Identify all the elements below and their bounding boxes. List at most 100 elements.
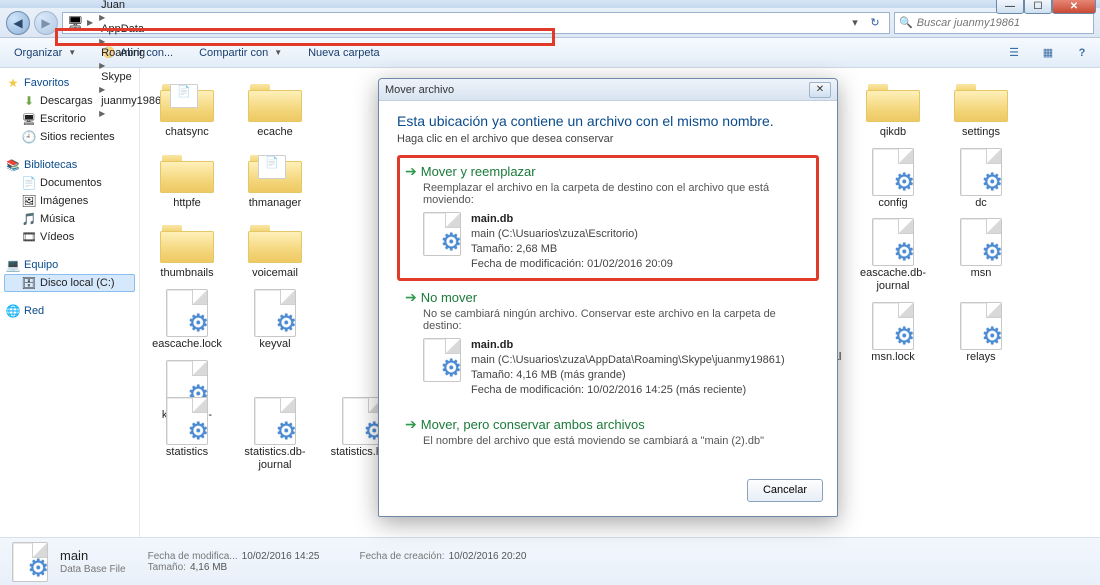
file-label: keyval — [259, 338, 290, 351]
gear-file-icon — [158, 398, 216, 444]
sidebar-item-videos[interactable]: Vídeos — [4, 228, 135, 246]
computer-header[interactable]: Equipo — [4, 256, 135, 274]
option-move-keep-both[interactable]: ➔Mover, pero conservar ambos archivos El… — [397, 408, 819, 463]
gear-file-icon — [952, 149, 1010, 195]
selected-file-icon — [12, 542, 48, 582]
new-folder-button[interactable]: Nueva carpeta — [302, 45, 386, 61]
file-item[interactable]: relays — [942, 303, 1020, 364]
file-label: msn.lock — [871, 351, 914, 364]
file-item[interactable]: msn — [942, 219, 1020, 292]
file-item[interactable]: msn.lock — [854, 303, 932, 364]
desktop-icon — [22, 112, 36, 126]
gear-file-icon — [864, 149, 922, 195]
gear-file-icon — [246, 398, 304, 444]
maximize-button[interactable] — [1024, 0, 1052, 14]
file-item[interactable]: eascache.lock — [148, 290, 226, 351]
file-item[interactable]: chatsync — [148, 78, 226, 139]
cancel-button[interactable]: Cancelar — [747, 479, 823, 502]
share-with-menu[interactable]: Compartir con▼ — [193, 45, 288, 61]
sidebar-item-imagenes[interactable]: Imágenes — [4, 192, 135, 210]
file-label: httpfe — [173, 197, 201, 210]
folder-icon — [158, 219, 216, 265]
minimize-button[interactable] — [996, 0, 1024, 14]
sidebar-item-musica[interactable]: Música — [4, 210, 135, 228]
address-dropdown[interactable]: ▾ — [847, 16, 863, 29]
library-icon — [6, 158, 20, 172]
forward-button[interactable]: ▶ — [34, 11, 58, 35]
file-item[interactable]: settings — [942, 78, 1020, 139]
option-do-not-move[interactable]: ➔No mover No se cambiará ningún archivo.… — [397, 281, 819, 407]
breadcrumb-segment[interactable]: AppData — [97, 23, 180, 35]
sidebar-item-disco-local-c[interactable]: Disco local (C:) — [4, 274, 135, 292]
dialog-subline: Haga clic en el archivo que desea conser… — [397, 133, 819, 145]
gear-file-icon — [864, 303, 922, 349]
file-item[interactable]: qikdb — [854, 78, 932, 139]
file-label: thumbnails — [160, 267, 213, 280]
file-item[interactable]: ecache — [236, 78, 314, 139]
gear-file-icon — [158, 290, 216, 336]
file-label: chatsync — [165, 126, 208, 139]
chevron-right-icon[interactable]: ▶ — [97, 61, 107, 70]
layout-panes-button[interactable] — [1004, 43, 1024, 63]
file-label: settings — [962, 126, 1000, 139]
search-input[interactable] — [917, 17, 1089, 29]
view-options-button[interactable] — [1038, 43, 1058, 63]
gear-file-icon — [952, 219, 1010, 265]
file-item[interactable]: eascache.db-journal — [854, 219, 932, 292]
chevron-right-icon[interactable]: ▶ — [85, 18, 95, 27]
newfolder-label: Nueva carpeta — [308, 47, 380, 59]
file-item[interactable]: thumbnails — [148, 219, 226, 280]
download-icon — [22, 94, 36, 108]
file-item[interactable]: statistics — [148, 398, 226, 471]
breadcrumb-segment[interactable]: Roaming — [97, 47, 180, 59]
file-item[interactable]: keyval — [236, 290, 314, 351]
file-item[interactable]: config — [854, 149, 932, 210]
file-item[interactable]: voicemail — [236, 219, 314, 280]
computer-icon — [6, 258, 20, 272]
navigation-bar: ◀ ▶ ▶ Equipo▶Disco local (C:)▶Usuarios▶J… — [0, 8, 1100, 38]
navigation-sidebar: Favoritos Descargas Escritorio Sitios re… — [0, 68, 140, 537]
recent-icon — [22, 130, 36, 144]
arrow-right-icon: ➔ — [405, 416, 417, 433]
file-item[interactable]: statistics.db-journal — [236, 398, 314, 471]
file-item[interactable]: dc — [942, 149, 1020, 210]
chevron-right-icon[interactable]: ▶ — [97, 13, 107, 22]
file-item[interactable]: thmanager — [236, 149, 314, 210]
chevron-right-icon[interactable]: ▶ — [97, 37, 107, 46]
dialog-close-button[interactable]: ✕ — [809, 82, 831, 98]
network-header[interactable]: Red — [4, 302, 135, 320]
address-bar[interactable]: ▶ Equipo▶Disco local (C:)▶Usuarios▶Juan▶… — [62, 12, 890, 34]
organize-label: Organizar — [14, 47, 62, 59]
breadcrumb-segment[interactable]: Juan — [97, 0, 180, 11]
file-label: config — [878, 197, 907, 210]
close-button[interactable] — [1052, 0, 1096, 14]
back-button[interactable]: ◀ — [6, 11, 30, 35]
sidebar-item-documentos[interactable]: Documentos — [4, 174, 135, 192]
sidebar-item-sitios-recientes[interactable]: Sitios recientes — [4, 128, 135, 146]
favorites-label: Favoritos — [24, 77, 69, 89]
gear-file-icon — [246, 290, 304, 336]
file-item[interactable]: httpfe — [148, 149, 226, 210]
libraries-header[interactable]: Bibliotecas — [4, 156, 135, 174]
refresh-button[interactable]: ↻ — [865, 16, 885, 29]
help-button[interactable] — [1072, 43, 1092, 63]
network-icon — [6, 304, 20, 318]
file-label: eascache.lock — [152, 338, 222, 351]
file-label: dc — [975, 197, 987, 210]
file-label: eascache.db-journal — [854, 267, 932, 292]
dialog-titlebar[interactable]: Mover archivo ✕ — [379, 79, 837, 101]
folder-icon — [952, 78, 1010, 124]
dialog-title: Mover archivo — [385, 84, 454, 96]
option-move-and-replace[interactable]: ➔Mover y reemplazar Reemplazar el archiv… — [397, 155, 819, 281]
chevron-right-icon[interactable]: ▶ — [97, 85, 107, 94]
libraries-label: Bibliotecas — [24, 159, 77, 171]
share-label: Compartir con — [199, 47, 268, 59]
location-icon — [67, 15, 83, 31]
drive-icon — [22, 276, 36, 290]
folder-icon — [864, 78, 922, 124]
organize-menu[interactable]: Organizar▼ — [8, 45, 82, 61]
move-file-dialog: Mover archivo ✕ Esta ubicación ya contie… — [378, 78, 838, 517]
search-box[interactable] — [894, 12, 1094, 34]
folder-icon — [246, 219, 304, 265]
chevron-right-icon[interactable]: ▶ — [97, 109, 107, 118]
